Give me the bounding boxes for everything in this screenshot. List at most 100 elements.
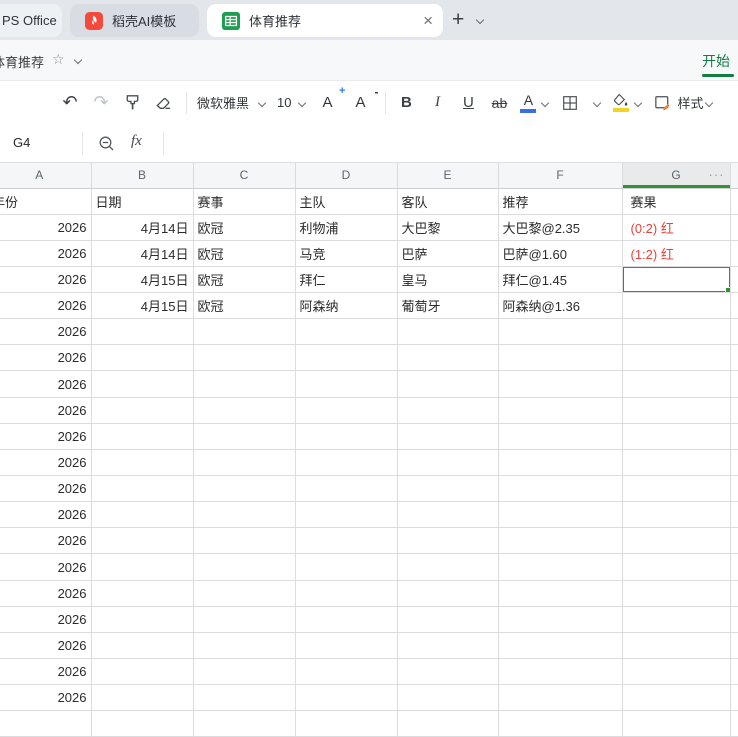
cell[interactable]	[397, 397, 498, 423]
column-header-G[interactable]: G···	[622, 163, 730, 188]
cell[interactable]: 大巴黎	[397, 214, 498, 240]
cell[interactable]	[730, 240, 738, 266]
decrease-font-size-button[interactable]: A-	[350, 89, 370, 117]
cell[interactable]	[397, 345, 498, 371]
column-header-F[interactable]: F	[498, 163, 622, 188]
cell[interactable]	[295, 397, 397, 423]
cell[interactable]	[498, 476, 622, 502]
cell[interactable]: 欧冠	[193, 240, 295, 266]
tab-list-chevron-icon[interactable]	[476, 16, 484, 24]
cell[interactable]	[397, 711, 498, 737]
cell[interactable]	[91, 423, 193, 449]
cell[interactable]	[193, 659, 295, 685]
cell[interactable]	[622, 423, 730, 449]
cell[interactable]	[91, 711, 193, 737]
cell[interactable]: 2026	[0, 659, 91, 685]
cell[interactable]	[91, 371, 193, 397]
fill-color-button[interactable]	[612, 93, 629, 112]
cell[interactable]: 4月15日	[91, 293, 193, 319]
cell[interactable]	[730, 632, 738, 658]
cell[interactable]	[295, 685, 397, 711]
cell[interactable]: 拜仁@1.45	[498, 266, 622, 292]
cell[interactable]	[193, 685, 295, 711]
cell[interactable]	[622, 711, 730, 737]
tab-sports-sheet[interactable]: 体育推荐 ×	[207, 4, 443, 37]
cell[interactable]	[91, 685, 193, 711]
cell[interactable]: 2026	[0, 632, 91, 658]
cell[interactable]	[498, 580, 622, 606]
cell[interactable]	[295, 345, 397, 371]
cell[interactable]	[498, 711, 622, 737]
cell[interactable]: 2026	[0, 371, 91, 397]
cell[interactable]: 葡萄牙	[397, 293, 498, 319]
cell[interactable]	[397, 685, 498, 711]
cell[interactable]	[498, 371, 622, 397]
cell[interactable]	[730, 266, 738, 292]
cell[interactable]	[498, 632, 622, 658]
cell[interactable]	[295, 423, 397, 449]
close-tab-icon[interactable]: ×	[423, 12, 433, 29]
cell[interactable]	[91, 345, 193, 371]
cell[interactable]	[730, 606, 738, 632]
cell[interactable]: 2026	[0, 502, 91, 528]
cell[interactable]	[193, 319, 295, 345]
cell[interactable]: 欧冠	[193, 266, 295, 292]
underline-button[interactable]: U	[458, 89, 478, 117]
cell[interactable]	[498, 554, 622, 580]
new-tab-button[interactable]: +	[452, 9, 464, 30]
cell[interactable]: 2026	[0, 476, 91, 502]
cell[interactable]: 2026	[0, 319, 91, 345]
cell[interactable]: 2026	[0, 397, 91, 423]
cell[interactable]	[622, 397, 730, 423]
cell[interactable]	[91, 502, 193, 528]
cell[interactable]	[622, 476, 730, 502]
cell[interactable]	[295, 528, 397, 554]
cell[interactable]	[295, 606, 397, 632]
cell[interactable]: 大巴黎@2.35	[498, 214, 622, 240]
cell[interactable]	[91, 319, 193, 345]
cell[interactable]	[397, 632, 498, 658]
cell[interactable]	[498, 345, 622, 371]
cell[interactable]	[622, 502, 730, 528]
cell[interactable]	[193, 632, 295, 658]
cell[interactable]	[730, 293, 738, 319]
cell[interactable]: 2026	[0, 554, 91, 580]
cell[interactable]: 4月14日	[91, 240, 193, 266]
cell[interactable]	[498, 659, 622, 685]
cell[interactable]	[295, 502, 397, 528]
cell[interactable]	[193, 606, 295, 632]
cell[interactable]	[295, 632, 397, 658]
cell[interactable]	[730, 214, 738, 240]
increase-font-size-button[interactable]: A+	[317, 89, 337, 117]
cell[interactable]: 马竞	[295, 240, 397, 266]
cell[interactable]	[622, 685, 730, 711]
cell[interactable]	[498, 606, 622, 632]
cell[interactable]: 欧冠	[193, 214, 295, 240]
cell[interactable]	[622, 580, 730, 606]
favorite-star-icon[interactable]: ☆	[52, 51, 65, 68]
cell[interactable]	[295, 580, 397, 606]
cell[interactable]	[498, 319, 622, 345]
font-name-select[interactable]: 微软雅黑	[197, 93, 265, 112]
cell[interactable]	[622, 554, 730, 580]
cell[interactable]	[622, 371, 730, 397]
borders-chevron-icon[interactable]	[593, 98, 601, 106]
cell[interactable]	[397, 423, 498, 449]
cell[interactable]	[498, 528, 622, 554]
cell[interactable]: 2026	[0, 293, 91, 319]
fx-insert-function-button[interactable]: fx	[131, 133, 142, 150]
cell[interactable]	[622, 449, 730, 475]
cell[interactable]: 阿森纳@1.36	[498, 293, 622, 319]
cell[interactable]	[498, 685, 622, 711]
cell[interactable]	[622, 632, 730, 658]
cell[interactable]	[91, 606, 193, 632]
cell[interactable]	[397, 606, 498, 632]
cell[interactable]	[498, 502, 622, 528]
column-header-A[interactable]: A	[0, 163, 91, 188]
cell[interactable]: 推荐	[498, 188, 622, 214]
redo-button[interactable]: ↷	[91, 89, 111, 117]
cell[interactable]	[622, 606, 730, 632]
cell[interactable]: 巴萨	[397, 240, 498, 266]
cell[interactable]	[622, 319, 730, 345]
cell[interactable]	[498, 423, 622, 449]
